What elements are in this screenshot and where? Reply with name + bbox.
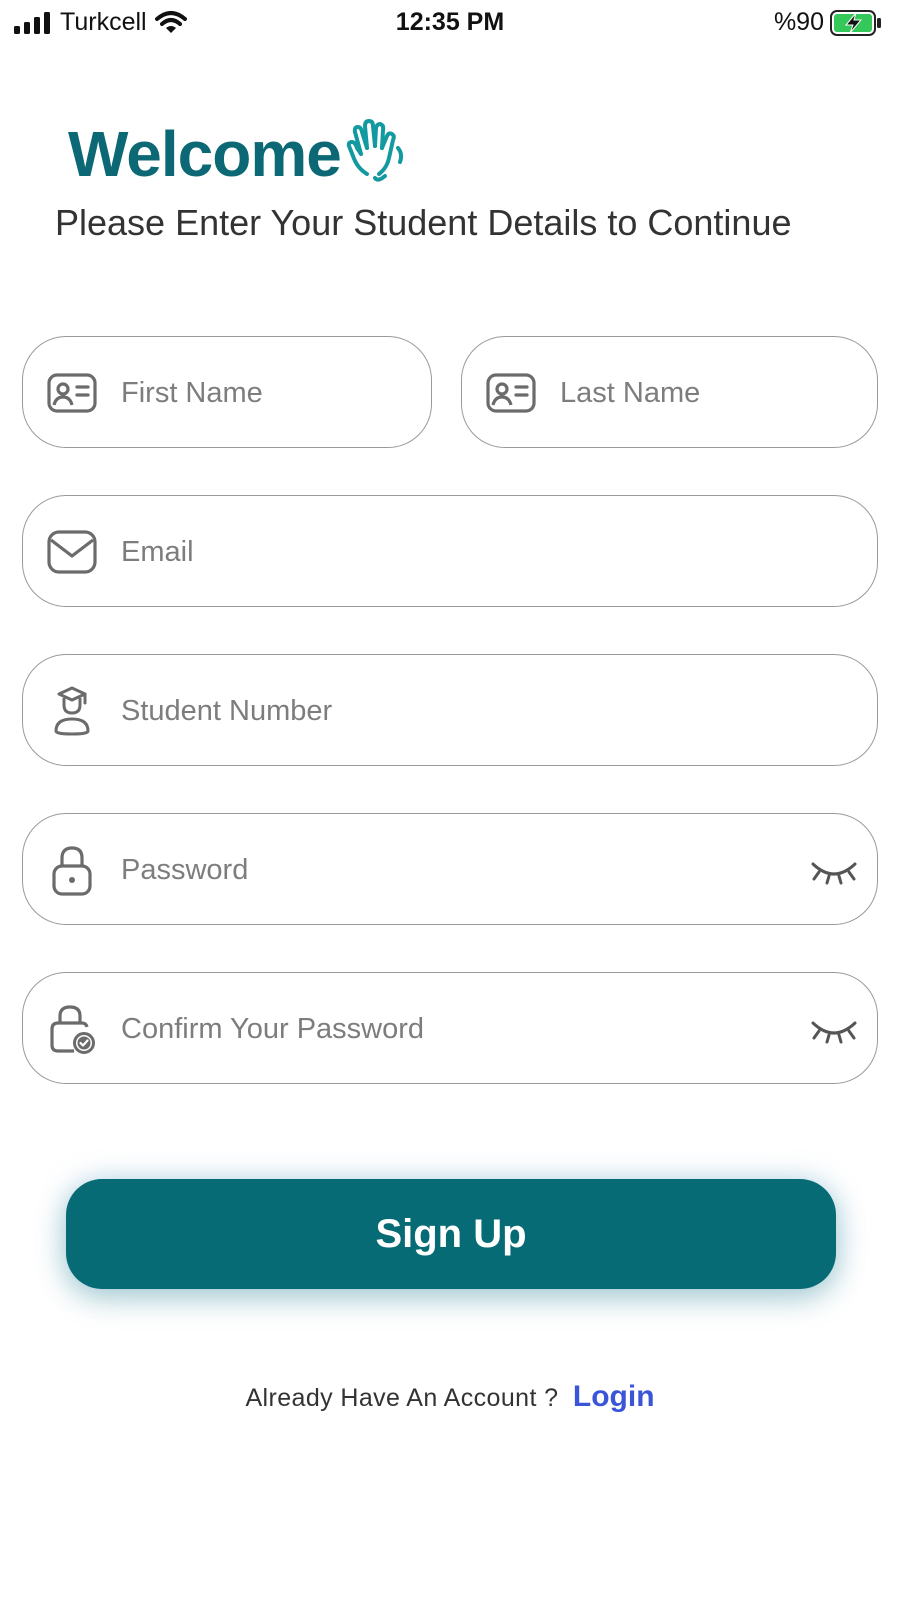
already-account-text: Already Have An Account ? — [245, 1384, 559, 1412]
lock-check-icon — [50, 1005, 95, 1054]
status-right: %90 — [774, 8, 882, 37]
id-card-icon — [486, 373, 536, 413]
last-name-input[interactable] — [558, 337, 797, 449]
status-bar: Turkcell 12:35 PM %90 — [0, 0, 900, 46]
email-input[interactable] — [119, 496, 797, 608]
mail-icon — [47, 530, 97, 574]
student-number-input[interactable] — [119, 655, 797, 767]
first-name-input[interactable] — [119, 337, 351, 449]
lock-icon — [52, 846, 92, 896]
graduate-icon — [54, 686, 90, 736]
confirm-password-input[interactable] — [119, 973, 797, 1085]
password-input[interactable] — [119, 814, 797, 926]
confirm-password-field[interactable] — [22, 972, 878, 1085]
clock: 12:35 PM — [395, 8, 505, 36]
last-name-field[interactable] — [461, 336, 878, 449]
email-field[interactable] — [22, 495, 878, 608]
login-link[interactable]: Login — [573, 1380, 655, 1413]
password-field[interactable] — [22, 813, 878, 926]
page-subtitle: Please Enter Your Student Details to Con… — [55, 202, 792, 243]
student-number-field[interactable] — [22, 654, 878, 767]
eye-closed-icon[interactable] — [809, 1007, 859, 1051]
welcome-header: Welcome — [68, 118, 407, 190]
page-title: Welcome — [68, 118, 342, 190]
battery-charging-icon — [830, 9, 881, 36]
first-name-field[interactable] — [22, 336, 432, 449]
battery-percentage: %90 — [773, 8, 824, 36]
sign-up-button[interactable]: Sign Up — [66, 1179, 836, 1289]
id-card-icon — [47, 373, 97, 413]
waving-hand-icon — [346, 119, 403, 182]
login-prompt: Already Have An Account ? Login — [0, 1380, 900, 1414]
eye-closed-icon[interactable] — [809, 848, 859, 892]
